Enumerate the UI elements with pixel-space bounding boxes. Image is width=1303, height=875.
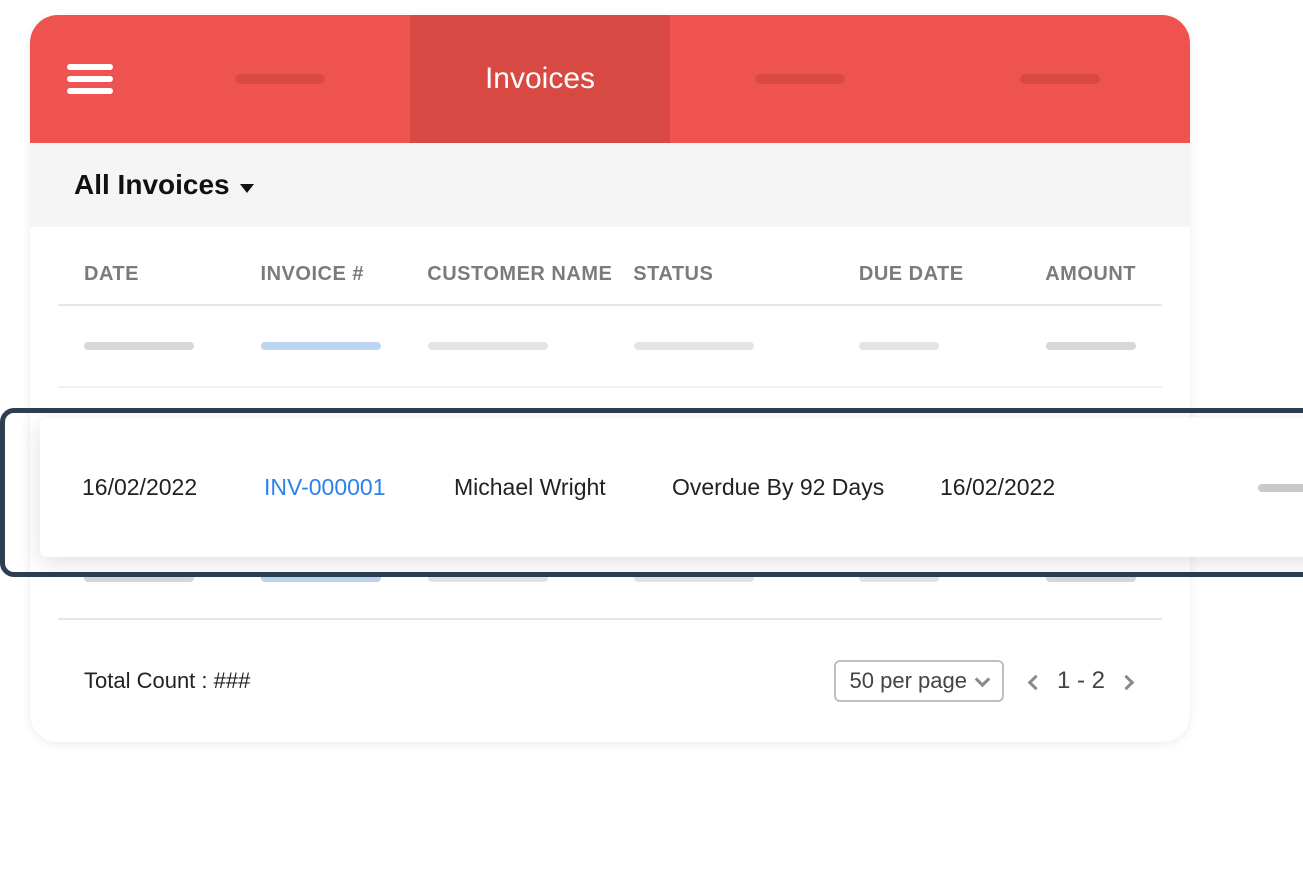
- chevron-down-icon: [975, 671, 991, 687]
- cell-placeholder: [428, 342, 548, 350]
- tab-invoices-label: Invoices: [485, 62, 595, 96]
- filter-label: All Invoices: [74, 169, 230, 201]
- filter-dropdown[interactable]: All Invoices: [74, 169, 254, 201]
- table-header: DATE INVOICE # CUSTOMER NAME STATUS DUE …: [58, 227, 1162, 306]
- chevron-right-icon: [1119, 675, 1135, 691]
- cell-placeholder: [859, 342, 939, 350]
- th-customer[interactable]: CUSTOMER NAME: [427, 263, 633, 286]
- tab-1[interactable]: [150, 15, 410, 143]
- cell-placeholder: [84, 342, 194, 350]
- next-page-button[interactable]: [1117, 663, 1136, 699]
- th-status[interactable]: STATUS: [633, 263, 859, 286]
- th-invoice[interactable]: INVOICE #: [261, 263, 428, 286]
- cell-customer: Michael Wright: [454, 474, 672, 501]
- menu-icon[interactable]: [67, 64, 113, 94]
- caret-down-icon: [240, 184, 254, 193]
- tab-placeholder: [755, 74, 845, 84]
- chevron-left-icon: [1028, 675, 1044, 691]
- pagination: 1 - 2: [1026, 663, 1136, 699]
- th-amount[interactable]: AMOUNT: [1045, 263, 1136, 286]
- tab-4[interactable]: [930, 15, 1190, 143]
- tab-3[interactable]: [670, 15, 930, 143]
- highlighted-row-callout: 16/02/2022 INV-000001 Michael Wright Ove…: [40, 418, 1303, 557]
- tab-invoices[interactable]: Invoices: [410, 15, 670, 143]
- cell-placeholder: [634, 342, 754, 350]
- table-row[interactable]: 16/02/2022 INV-000001 Michael Wright Ove…: [40, 418, 1303, 557]
- per-page-label: 50 per page: [850, 668, 967, 694]
- cell-placeholder: [1258, 484, 1303, 492]
- per-page-dropdown[interactable]: 50 per page: [834, 660, 1004, 702]
- cell-status: Overdue By 92 Days: [672, 474, 940, 501]
- cell-placeholder: [1046, 342, 1136, 350]
- prev-page-button[interactable]: [1026, 663, 1045, 699]
- total-count-label: Total Count : ###: [84, 668, 250, 694]
- th-due-date[interactable]: DUE DATE: [859, 263, 1045, 286]
- th-date[interactable]: DATE: [84, 263, 261, 286]
- table-footer: Total Count : ### 50 per page 1 - 2: [30, 620, 1190, 742]
- app-header: Invoices: [30, 15, 1190, 143]
- tab-placeholder: [235, 74, 325, 84]
- cell-invoice-link[interactable]: INV-000001: [264, 474, 454, 501]
- table-row[interactable]: [58, 306, 1162, 388]
- cell-due-date: 16/02/2022: [940, 474, 1120, 501]
- cell-placeholder: [261, 342, 381, 350]
- cell-amount: [1120, 484, 1303, 492]
- cell-date: 16/02/2022: [82, 474, 264, 501]
- tab-placeholder: [1020, 74, 1100, 84]
- page-range: 1 - 2: [1057, 667, 1105, 695]
- filter-bar: All Invoices: [30, 143, 1190, 227]
